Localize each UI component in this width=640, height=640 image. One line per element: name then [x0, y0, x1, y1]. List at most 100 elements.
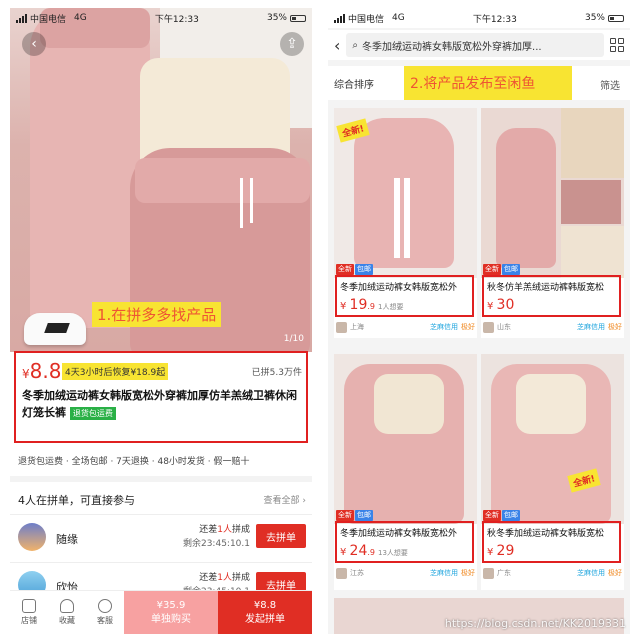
group-user-name: 随缘 [56, 533, 78, 546]
sold-count: 已拼5.3万件 [251, 368, 302, 378]
network: 4G [74, 13, 87, 23]
card-title: 冬季加绒运动裤女韩版宽松外 [340, 529, 458, 539]
favorite-button[interactable]: 收藏 [48, 591, 86, 634]
grid-view-icon[interactable] [610, 38, 624, 52]
group-need: 还差1人拼成 [199, 525, 250, 535]
card-price: ¥ 24.9 13人想要 [340, 543, 408, 559]
card-price: ¥ 29 [487, 543, 515, 559]
back-button[interactable]: ‹ [22, 32, 46, 56]
card-footer: 广东 芝麻信用 极好 [483, 566, 622, 580]
search-icon: ⌕ [352, 39, 359, 51]
carrier: 中国电信 [348, 14, 385, 25]
fleece-closeup [561, 108, 624, 178]
product-card[interactable]: 全新! 全新 包邮 秋冬季加绒运动裤女韩版宽松 ¥ 29 广东 芝麻信用 极好 [481, 354, 624, 590]
card-image [334, 354, 477, 524]
step-two-label: 2.将产品发布至闲鱼 [404, 66, 572, 100]
network: 4G [392, 13, 405, 23]
card-title: 秋冬季加绒运动裤女韩版宽松 [487, 529, 605, 539]
step-one-label: 1.在拼多多找产品 [92, 302, 222, 327]
card-title: 冬季加绒运动裤女韩版宽松外 [340, 283, 458, 293]
fleece-lining [374, 374, 444, 434]
card-footer: 上海 芝麻信用 极好 [336, 320, 475, 334]
xianyu-search-screen: 中国电信 4G 下午12:33 35% ‹ ⌕ 冬季加绒运动裤女韩版宽松外穿裤加厚… [328, 8, 630, 634]
card-badges: 全新 包邮 [483, 264, 520, 275]
product-title: 冬季加绒运动裤女韩版宽松外穿裤加厚仿羊羔绒卫裤休闲灯笼长裤 退货包运费 [22, 389, 297, 420]
sort-bar: 综合排序 2.将产品发布至闲鱼 筛选 [328, 66, 630, 100]
card-title: 秋冬仿羊羔绒运动裤韩版宽松 [487, 283, 605, 293]
filter-button[interactable]: 筛选 [600, 77, 620, 92]
seller-avatar [483, 321, 494, 333]
product-image[interactable]: ‹ ⇪ 1.在拼多多找产品 1/10 [10, 8, 312, 352]
service-guarantees[interactable]: 退货包运费 · 全场包邮 · 7天退换 · 48小时发货 · 假一赔十 [18, 454, 250, 467]
carrier: 中国电信 [30, 14, 67, 25]
pinduoduo-product-screen: ‹ ⇪ 1.在拼多多找产品 1/10 中国电信 4G 下午12:33 35% ¥… [10, 8, 312, 634]
card-title-box: 秋冬季加绒运动裤女韩版宽松 ¥ 29 [482, 521, 621, 563]
signal-icon [334, 13, 345, 23]
group-need: 还差1人拼成 [199, 573, 250, 583]
join-group-button[interactable]: 去拼单 [256, 524, 306, 548]
back-chevron-icon[interactable]: ‹ [334, 36, 340, 55]
battery-percent: 35% [266, 13, 287, 23]
card-title-box: 秋冬仿羊羔绒运动裤韩版宽松 ¥ 30 [482, 275, 621, 317]
start-group-button[interactable]: ¥8.8 发起拼单 [218, 591, 312, 634]
pants-figure [496, 128, 556, 268]
product-card[interactable]: 全新! 全新 包邮 冬季加绒运动裤女韩版宽松外 ¥ 19.9 1人想要 上海 芝麻信用… [334, 108, 477, 338]
battery-icon [290, 14, 306, 22]
product-card[interactable]: 全新 包邮 秋冬仿羊羔绒运动裤韩版宽松 ¥ 30 山东 芝麻信用 极好 [481, 108, 624, 338]
card-price: ¥ 30 [487, 297, 515, 313]
card-image: 全新! [334, 108, 477, 278]
share-button[interactable]: ⇪ [280, 32, 304, 56]
promo-badge: 4天3小时后恢复¥18.9起 [62, 363, 169, 380]
card-footer: 江苏 芝麻信用 极好 [336, 566, 475, 580]
fleece-lining [516, 374, 586, 434]
price-title-box: ¥8.8 4天3小时后恢复¥18.9起 已拼5.3万件 冬季加绒运动裤女韩版宽松… [14, 351, 308, 443]
card-badges: 全新 包邮 [336, 510, 373, 521]
battery-percent: 35% [584, 13, 605, 23]
watermark-text: https://blog.csdn.net/KK2019331 [444, 617, 626, 630]
search-bar-row: ‹ ⌕ 冬季加绒运动裤女韩版宽松外穿裤加厚... [328, 30, 630, 60]
search-input[interactable]: ⌕ 冬季加绒运动裤女韩版宽松外穿裤加厚... [346, 33, 604, 57]
current-price: ¥8.8 [22, 359, 62, 383]
group-countdown: 剩余23:45:10.1 [182, 539, 250, 549]
battery-icon [608, 14, 624, 22]
fleece-closeup [561, 226, 624, 278]
card-image: 全新! [481, 354, 624, 524]
heart-icon [60, 599, 74, 613]
card-badges: 全新 包邮 [336, 264, 373, 275]
drawstring [240, 178, 243, 228]
card-footer: 山东 芝麻信用 极好 [483, 320, 622, 334]
pant-waist-band [135, 158, 310, 203]
image-pager: 1/10 [283, 334, 304, 344]
chat-icon [98, 599, 112, 613]
return-tag: 退货包运费 [69, 407, 116, 420]
customer-service-button[interactable]: 客服 [86, 591, 124, 634]
sneaker-stripe [44, 323, 70, 333]
side-stripe [394, 178, 400, 258]
clock: 下午12:33 [154, 14, 199, 25]
group-row: 随缘 还差1人拼成 剩余23:45:10.1 去拼单 [10, 514, 312, 562]
side-stripe [404, 178, 410, 258]
seller-avatar [336, 321, 347, 333]
drawstring [250, 178, 253, 223]
seller-avatar [336, 567, 347, 579]
buy-alone-button[interactable]: ¥35.9 单独购买 [124, 591, 218, 634]
card-badges: 全新 包邮 [483, 510, 520, 521]
sort-dropdown[interactable]: 综合排序 [334, 76, 374, 91]
card-image [481, 108, 624, 278]
product-card[interactable]: 全新 包邮 冬季加绒运动裤女韩版宽松外 ¥ 24.9 13人想要 江苏 芝麻信用 极好 [334, 354, 477, 590]
promo-text-box [561, 180, 621, 224]
clock: 下午12:33 [472, 14, 517, 25]
status-bar: 中国电信 4G 下午12:33 35% [10, 8, 312, 28]
store-button[interactable]: 店铺 [10, 591, 48, 634]
divider [10, 476, 312, 482]
status-bar: 中国电信 4G 下午12:33 35% [328, 8, 630, 28]
group-heading: 4人在拼单，可直接参与 [18, 494, 135, 507]
view-all-link[interactable]: 查看全部 › [264, 493, 306, 506]
signal-icon [16, 13, 27, 23]
avatar [18, 523, 46, 551]
seller-avatar [483, 567, 494, 579]
card-price: ¥ 19.9 1人想要 [340, 297, 404, 313]
card-title-box: 冬季加绒运动裤女韩版宽松外 ¥ 19.9 1人想要 [335, 275, 474, 317]
store-icon [22, 599, 36, 613]
card-title-box: 冬季加绒运动裤女韩版宽松外 ¥ 24.9 13人想要 [335, 521, 474, 563]
